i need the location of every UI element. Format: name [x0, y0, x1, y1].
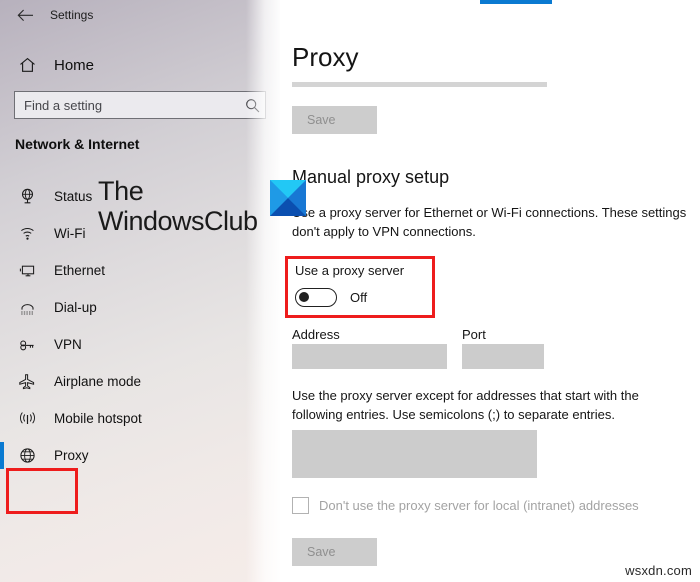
- sidebar-nav: Status Wi-Fi Ethernet Dial-up VPN Airpla…: [0, 178, 266, 474]
- search-icon[interactable]: [239, 98, 265, 113]
- windowsclub-logo-icon: [270, 180, 306, 216]
- bypass-local-label: Don't use the proxy server for local (in…: [319, 498, 639, 513]
- exceptions-description: Use the proxy server except for addresse…: [292, 388, 639, 423]
- use-proxy-server-toggle-row[interactable]: Off: [295, 288, 367, 307]
- airplane-icon: [13, 373, 41, 390]
- sidebar-item-home[interactable]: Home: [0, 50, 266, 80]
- sidebar-item-wifi[interactable]: Wi-Fi: [0, 215, 266, 252]
- toggle-knob: [299, 292, 309, 302]
- home-icon: [13, 57, 41, 73]
- title-bar: Settings: [0, 0, 280, 30]
- sidebar-item-label: VPN: [54, 337, 82, 352]
- sidebar-item-ethernet[interactable]: Ethernet: [0, 252, 266, 289]
- source-watermark: wsxdn.com: [625, 563, 692, 578]
- save-button-top[interactable]: Save: [292, 106, 377, 134]
- mobile-hotspot-icon: [13, 411, 41, 426]
- sidebar-item-status[interactable]: Status: [0, 178, 266, 215]
- wifi-icon: [13, 226, 41, 241]
- sidebar-item-label: Proxy: [54, 448, 89, 463]
- sidebar-item-label: Dial-up: [54, 300, 97, 315]
- section-heading-manual-proxy-setup: Manual proxy setup: [292, 167, 450, 187]
- port-input[interactable]: [462, 344, 544, 369]
- sidebar-item-dialup[interactable]: Dial-up: [0, 289, 266, 326]
- proxy-globe-icon: [13, 447, 41, 464]
- accent-bar: [480, 0, 552, 4]
- address-input[interactable]: [292, 344, 447, 369]
- sidebar: Settings Home Network & Internet: [0, 0, 280, 582]
- window-title: Settings: [50, 8, 94, 22]
- port-label: Port: [462, 327, 486, 342]
- sidebar-item-airplane-mode[interactable]: Airplane mode: [0, 363, 266, 400]
- page-title: Proxy: [292, 42, 359, 72]
- selection-indicator: [0, 442, 4, 469]
- dialup-phone-icon: [13, 300, 41, 316]
- main-content: Proxy Save Manual proxy setup Use a prox…: [280, 0, 700, 582]
- bypass-local-checkbox-row[interactable]: Don't use the proxy server for local (in…: [292, 497, 639, 514]
- ethernet-icon: [13, 263, 41, 279]
- sidebar-item-label: Airplane mode: [54, 374, 142, 389]
- home-label: Home: [54, 56, 95, 74]
- sidebar-item-label: Status: [54, 189, 93, 204]
- globe-status-icon: [13, 188, 41, 205]
- sidebar-item-vpn[interactable]: VPN: [0, 326, 266, 363]
- sidebar-item-label: Mobile hotspot: [54, 411, 142, 426]
- search-box[interactable]: [14, 91, 266, 119]
- search-input[interactable]: [15, 97, 239, 113]
- address-label: Address: [292, 327, 340, 342]
- manual-proxy-description: Use a proxy server for Ethernet or Wi-Fi…: [292, 205, 687, 240]
- back-arrow-icon[interactable]: [12, 2, 38, 28]
- sidebar-item-mobile-hotspot[interactable]: Mobile hotspot: [0, 400, 266, 437]
- use-proxy-server-toggle[interactable]: [295, 288, 337, 307]
- sidebar-item-label: Wi-Fi: [54, 226, 86, 241]
- sidebar-item-label: Ethernet: [54, 263, 106, 278]
- settings-window: Settings Home Network & Internet: [0, 0, 700, 582]
- toggle-state-label: Off: [350, 290, 368, 305]
- save-button-bottom[interactable]: Save: [292, 538, 377, 566]
- sidebar-section-title: Network & Internet: [15, 136, 140, 152]
- sidebar-item-proxy[interactable]: Proxy: [0, 437, 266, 474]
- bypass-local-checkbox[interactable]: [292, 497, 309, 514]
- vpn-key-icon: [13, 338, 41, 352]
- exceptions-textarea[interactable]: [292, 430, 537, 478]
- title-divider: [292, 82, 547, 87]
- use-proxy-server-label: Use a proxy server: [295, 263, 405, 278]
